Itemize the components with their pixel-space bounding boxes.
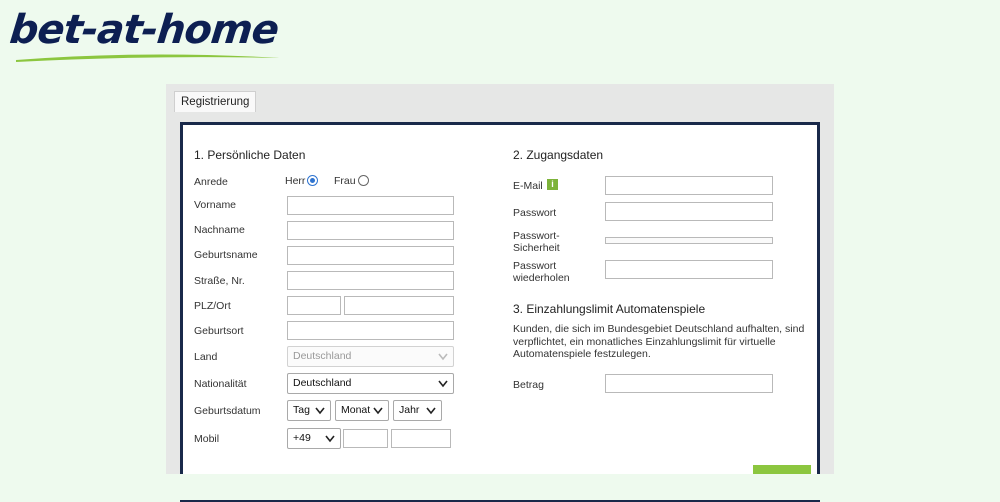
- ort-input[interactable]: [344, 296, 454, 315]
- vorname-label: Vorname: [194, 199, 237, 211]
- email-input[interactable]: [605, 176, 773, 195]
- land-select-value: Deutschland: [293, 350, 352, 362]
- monat-select[interactable]: Monat: [335, 400, 389, 421]
- geburtsort-label: Geburtsort: [194, 325, 244, 337]
- nationalitaet-label: Nationalität: [194, 378, 247, 390]
- mobil-label: Mobil: [194, 433, 220, 445]
- monat-select-value: Monat: [341, 404, 371, 416]
- bet-at-home-logo[interactable]: bet-at-home: [8, 7, 290, 64]
- strasse-input[interactable]: [287, 271, 454, 290]
- chevron-down-icon: [438, 380, 448, 388]
- tag-select-value: Tag: [293, 404, 310, 416]
- limit-text-line2: verpflichtet, ein monatliches Einzahlung…: [513, 335, 776, 348]
- mobil-nummer-input[interactable]: [391, 429, 451, 448]
- page-background-strip: [0, 474, 1000, 500]
- mobil-prefix-select[interactable]: +49: [287, 428, 341, 449]
- passwort-wiederholen-line2: wiederholen: [513, 272, 570, 284]
- radio-herr[interactable]: Herr: [285, 175, 319, 187]
- passwort-wiederholen-line1: Passwort: [513, 260, 557, 272]
- passwort-wiederholen-label: Passwort wiederholen: [513, 260, 570, 284]
- logo-swoosh-icon: [16, 54, 280, 62]
- chevron-down-icon: [426, 407, 436, 415]
- limit-text-line1: Kunden, die sich im Bundesgebiet Deutsch…: [513, 323, 805, 335]
- radio-frau-circle[interactable]: [357, 175, 369, 186]
- passwort-sicherheit-label: Passwort- Sicherheit: [513, 230, 560, 254]
- mobil-vorwahl-input[interactable]: [343, 429, 388, 448]
- email-label: E-Mail: [513, 180, 543, 192]
- limit-description: Kunden, die sich im Bundesgebiet Deutsch…: [513, 323, 813, 361]
- passwort-sicherheit-line1: Passwort-: [513, 230, 560, 242]
- vorname-input[interactable]: [287, 196, 454, 215]
- nachname-label: Nachname: [194, 224, 245, 236]
- betrag-input[interactable]: [605, 374, 773, 393]
- chevron-down-icon: [438, 353, 448, 361]
- passwort-wiederholen-input[interactable]: [605, 260, 773, 279]
- nachname-input[interactable]: [287, 221, 454, 240]
- registration-form: 1. Persönliche Daten Anrede Herr Frau Vo…: [180, 122, 820, 502]
- nationalitaet-select-value: Deutschland: [293, 377, 352, 389]
- section-title-access: 2. Zugangsdaten: [513, 148, 604, 162]
- section-title-limit: 3. Einzahlungslimit Automatenspiele: [513, 302, 706, 316]
- anrede-label: Anrede: [194, 176, 228, 188]
- registration-panel: Registrierung 1. Persönliche Daten Anred…: [166, 84, 834, 502]
- chevron-down-icon: [373, 407, 383, 415]
- betrag-label: Betrag: [513, 379, 544, 391]
- radio-frau-label: Frau: [334, 175, 356, 187]
- radio-frau[interactable]: Frau: [334, 175, 369, 187]
- passwort-input[interactable]: [605, 202, 773, 221]
- geburtsname-input[interactable]: [287, 246, 454, 265]
- geburtsort-input[interactable]: [287, 321, 454, 340]
- land-select[interactable]: Deutschland: [287, 346, 454, 367]
- password-strength-bar: [605, 237, 773, 244]
- tag-select[interactable]: Tag: [287, 400, 331, 421]
- info-icon[interactable]: i: [547, 179, 558, 190]
- radio-herr-label: Herr: [285, 175, 306, 187]
- section-title-personal: 1. Persönliche Daten: [194, 148, 306, 162]
- radio-herr-circle[interactable]: [307, 175, 319, 186]
- chevron-down-icon: [325, 435, 335, 443]
- jahr-select[interactable]: Jahr: [393, 400, 442, 421]
- mobil-prefix-value: +49: [293, 432, 311, 444]
- geburtsname-label: Geburtsname: [194, 249, 258, 261]
- land-label: Land: [194, 351, 218, 363]
- plz-ort-label: PLZ/Ort: [194, 300, 231, 312]
- chevron-down-icon: [315, 407, 325, 415]
- jahr-select-value: Jahr: [399, 404, 420, 416]
- tab-registrierung[interactable]: Registrierung: [174, 91, 257, 112]
- geburtsdatum-label: Geburtsdatum: [194, 405, 261, 417]
- limit-text-line3: Automatenspiele festzulegen.: [513, 348, 651, 360]
- nationalitaet-select[interactable]: Deutschland: [287, 373, 454, 394]
- plz-input[interactable]: [287, 296, 341, 315]
- passwort-sicherheit-line2: Sicherheit: [513, 242, 560, 254]
- strasse-label: Straße, Nr.: [194, 275, 245, 287]
- passwort-label: Passwort: [513, 207, 557, 219]
